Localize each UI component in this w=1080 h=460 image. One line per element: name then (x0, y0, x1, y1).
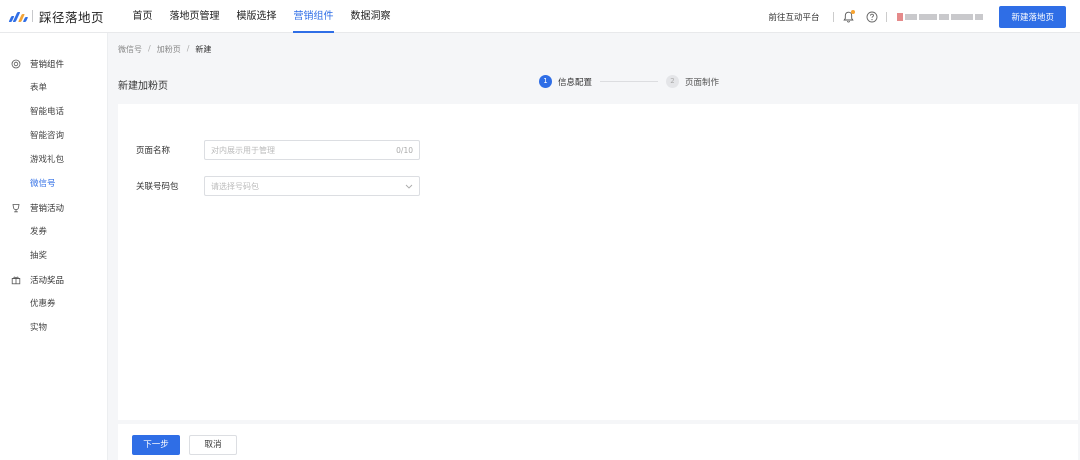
help-icon[interactable] (864, 9, 880, 25)
header-actions: 前往互动平台 新建落地页 (768, 0, 1066, 33)
divider (833, 11, 835, 22)
gift-icon (11, 275, 21, 285)
logo-divider (32, 10, 33, 22)
sidebar-item-coupon-issue[interactable]: 发券 (0, 220, 107, 244)
sidebar-item-smart-consult[interactable]: 智能咨询 (0, 124, 107, 148)
chevron-down-icon (405, 182, 413, 191)
page-name-placeholder: 对内展示用于管理 (211, 145, 275, 155)
code-pack-label: 关联号码包 (136, 182, 179, 192)
code-pack-placeholder: 请选择号码包 (211, 181, 259, 191)
sidebar-item-form[interactable]: 表单 (0, 76, 107, 100)
sidebar-group-label: 活动奖品 (30, 276, 65, 286)
step-number-1: 1 (539, 75, 552, 88)
form-row-code-pack: 关联号码包 请选择号码包 (136, 176, 420, 196)
code-pack-select[interactable]: 请选择号码包 (204, 176, 420, 196)
top-navbar: 踩径落地页 首页 落地页管理 模版选择 营销组件 数据洞察 前往互动平台 新建落… (0, 0, 1080, 33)
breadcrumb-item-wechat[interactable]: 微信号 (118, 44, 142, 55)
main-nav: 首页 落地页管理 模版选择 营销组件 数据洞察 (124, 0, 399, 33)
nav-marketing-components[interactable]: 营销组件 (285, 0, 342, 33)
interactive-platform-link[interactable]: 前往互动平台 (768, 11, 819, 23)
breadcrumb-separator: / (148, 44, 151, 53)
nav-home[interactable]: 首页 (124, 0, 161, 33)
divider (886, 11, 888, 22)
form-footer: 下一步 取消 (118, 424, 1078, 460)
breadcrumb-separator: / (186, 44, 190, 53)
sidebar-item-physical-goods[interactable]: 实物 (0, 316, 107, 340)
logo-mark-icon (8, 10, 29, 22)
target-icon (11, 59, 21, 69)
sidebar-group-label: 营销活动 (30, 204, 65, 214)
form-card: 页面名称 对内展示用于管理 0/10 关联号码包 请选择号码包 (118, 104, 1078, 420)
step-number-2: 2 (666, 75, 680, 88)
sidebar: 营销组件 表单 智能电话 智能咨询 游戏礼包 微信号 营销活动 发券 抽奖 活动… (0, 33, 108, 460)
user-account-blurred[interactable] (897, 12, 984, 22)
app-logo[interactable]: 踩径落地页 (0, 0, 118, 33)
sidebar-group-activity-prizes[interactable]: 活动奖品 (0, 268, 107, 292)
page-title: 新建加粉页 (118, 81, 168, 92)
page-name-label: 页面名称 (136, 146, 171, 156)
step-indicator: 1 信息配置 2 页面制作 (539, 75, 719, 88)
sidebar-item-wechat[interactable]: 微信号 (0, 172, 107, 196)
form-row-page-name: 页面名称 对内展示用于管理 0/10 (136, 140, 420, 160)
next-step-button[interactable]: 下一步 (132, 435, 180, 455)
sidebar-group-marketing-activities[interactable]: 营销活动 (0, 196, 107, 220)
sidebar-item-coupon[interactable]: 优惠券 (0, 292, 107, 316)
sidebar-group-marketing-components[interactable]: 营销组件 (0, 52, 107, 76)
notification-dot (851, 9, 856, 14)
breadcrumb-item-fan-page[interactable]: 加粉页 (157, 44, 181, 55)
page-name-input[interactable]: 对内展示用于管理 0/10 (204, 140, 420, 160)
step-connector (600, 81, 659, 82)
step-label-info-config: 信息配置 (558, 77, 593, 88)
app-title: 踩径落地页 (39, 9, 105, 25)
trophy-icon (11, 203, 21, 213)
sidebar-item-lottery[interactable]: 抽奖 (0, 244, 107, 268)
nav-landing-page-management[interactable]: 落地页管理 (161, 0, 228, 33)
breadcrumb: 微信号 / 加粉页 / 新建 (118, 44, 211, 55)
nav-template-selection[interactable]: 模版选择 (228, 0, 285, 33)
new-landing-page-button[interactable]: 新建落地页 (999, 5, 1066, 28)
page-name-char-counter: 0/10 (396, 145, 413, 155)
breadcrumb-item-current: 新建 (195, 45, 212, 54)
nav-data-insights[interactable]: 数据洞察 (342, 0, 399, 33)
sidebar-item-smart-phone[interactable]: 智能电话 (0, 100, 107, 124)
bell-icon[interactable] (840, 9, 856, 25)
cancel-button[interactable]: 取消 (189, 435, 237, 455)
step-label-page-build: 页面制作 (685, 77, 720, 88)
sidebar-item-game-gift[interactable]: 游戏礼包 (0, 148, 107, 172)
sidebar-group-label: 营销组件 (30, 60, 65, 70)
